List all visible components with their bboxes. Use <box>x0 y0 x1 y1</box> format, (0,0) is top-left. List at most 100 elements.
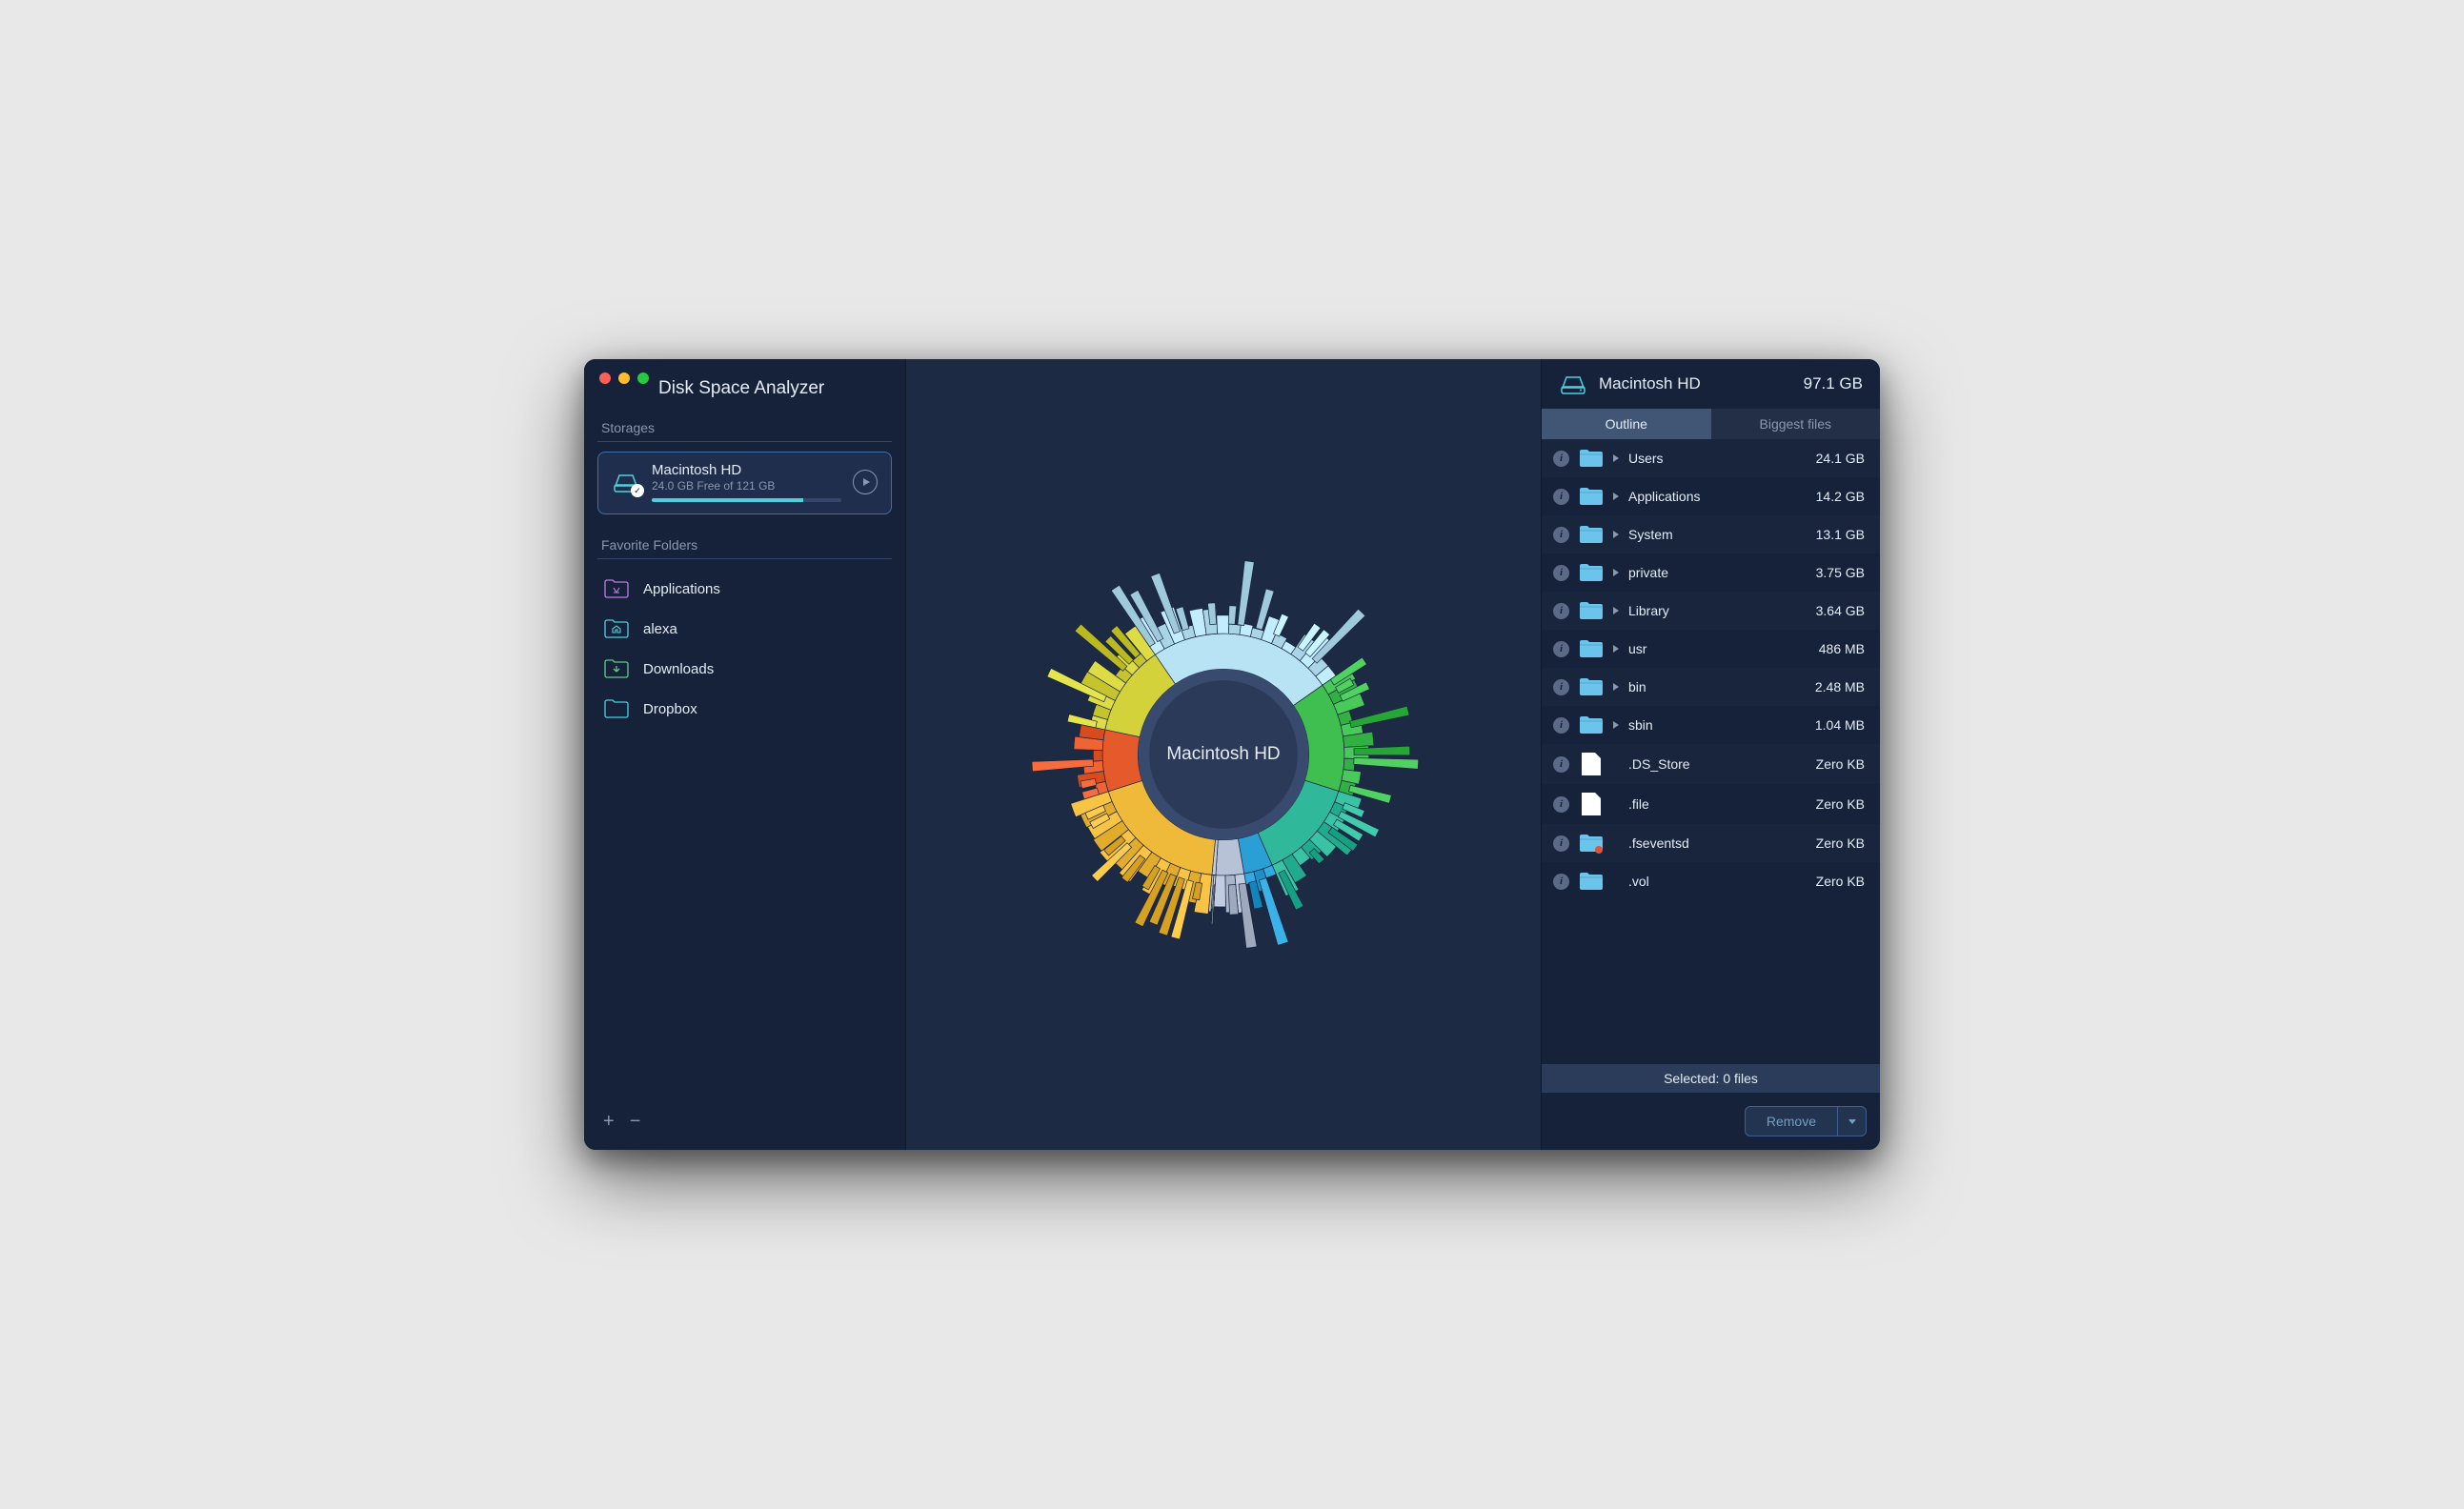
tab-biggest-files[interactable]: Biggest files <box>1711 409 1881 439</box>
row-size: 2.48 MB <box>1815 679 1865 694</box>
zoom-window-button[interactable] <box>637 372 649 384</box>
details-panel: Macintosh HD 97.1 GB Outline Biggest fil… <box>1541 359 1880 1150</box>
outline-row[interactable]: i.fileZero KB <box>1542 784 1880 824</box>
sunburst-panel: Macintosh HD <box>906 359 1541 1150</box>
row-name: bin <box>1628 679 1806 694</box>
folder-icon <box>1579 600 1604 621</box>
outline-row[interactable]: iLibrary3.64 GB <box>1542 592 1880 630</box>
disk-total-size: 97.1 GB <box>1804 374 1863 393</box>
storage-name: Macintosh HD <box>652 462 841 478</box>
row-size: Zero KB <box>1816 874 1865 889</box>
close-window-button[interactable] <box>599 372 611 384</box>
disclosure-triangle-icon[interactable] <box>1613 493 1619 500</box>
folder-icon <box>1579 871 1604 892</box>
app-title: Disk Space Analyzer <box>658 378 892 399</box>
folder-icon <box>1579 486 1604 507</box>
folder-icon <box>1579 524 1604 545</box>
minimize-window-button[interactable] <box>618 372 630 384</box>
outline-row[interactable]: i bin 2.48 MB <box>1542 668 1880 706</box>
sidebar: Disk Space Analyzer Storages ✓ Macintosh… <box>584 359 906 1150</box>
info-icon[interactable]: i <box>1553 565 1569 581</box>
outline-row[interactable]: i Applications 14.2 GB <box>1542 477 1880 515</box>
storage-usage-bar <box>652 498 841 502</box>
remove-button[interactable]: Remove <box>1745 1106 1867 1137</box>
favorite-item-downloads[interactable]: Downloads <box>597 649 892 689</box>
info-icon[interactable]: i <box>1553 835 1569 852</box>
outline-row[interactable]: i sbin 1.04 MB <box>1542 706 1880 744</box>
tab-outline[interactable]: Outline <box>1542 409 1711 439</box>
row-size: 1.04 MB <box>1815 717 1865 733</box>
favorite-label: Downloads <box>643 661 714 677</box>
outline-row[interactable]: i .vol Zero KB <box>1542 862 1880 900</box>
storage-card[interactable]: ✓ Macintosh HD 24.0 GB Free of 121 GB <box>597 452 892 514</box>
disclosure-triangle-icon[interactable] <box>1613 721 1619 729</box>
folder-icon <box>1579 638 1604 659</box>
outline-row[interactable]: i System 13.1 GB <box>1542 515 1880 553</box>
disclosure-triangle-icon[interactable] <box>1613 569 1619 576</box>
folder-icon <box>1579 833 1604 854</box>
info-icon[interactable]: i <box>1553 527 1569 543</box>
remove-favorite-button[interactable]: − <box>630 1111 641 1133</box>
folder-icon <box>1579 562 1604 583</box>
row-size: 14.2 GB <box>1816 489 1865 504</box>
favorite-item-folder[interactable]: Dropbox <box>597 689 892 729</box>
disclosure-triangle-icon[interactable] <box>1613 454 1619 462</box>
info-icon[interactable]: i <box>1553 679 1569 695</box>
row-name: .DS_Store <box>1628 756 1807 772</box>
disk-icon <box>1559 372 1587 395</box>
row-size: 3.75 GB <box>1816 565 1865 580</box>
disk-header: Macintosh HD 97.1 GB <box>1542 359 1880 409</box>
app-window: Disk Space Analyzer Storages ✓ Macintosh… <box>584 359 1880 1150</box>
folder-icon <box>1579 448 1604 469</box>
outline-row[interactable]: iUsers24.1 GB <box>1542 439 1880 477</box>
check-badge-icon: ✓ <box>631 484 644 497</box>
row-size: Zero KB <box>1816 796 1865 812</box>
info-icon[interactable]: i <box>1553 451 1569 467</box>
info-icon[interactable]: i <box>1553 796 1569 813</box>
sunburst-chart[interactable]: Macintosh HD <box>1014 545 1433 964</box>
folder-icon <box>1579 676 1604 697</box>
row-name: .vol <box>1628 874 1807 889</box>
row-name: sbin <box>1628 717 1806 733</box>
row-size: Zero KB <box>1816 756 1865 772</box>
favorites-section-label: Favorite Folders <box>597 537 892 559</box>
info-icon[interactable]: i <box>1553 874 1569 890</box>
remove-dropdown-button[interactable] <box>1837 1107 1866 1136</box>
outline-row[interactable]: i .DS_Store Zero KB <box>1542 744 1880 784</box>
favorite-label: alexa <box>643 621 677 637</box>
info-icon[interactable]: i <box>1553 489 1569 505</box>
row-name: .fseventsd <box>1628 835 1807 851</box>
row-name: System <box>1628 527 1807 542</box>
storages-section-label: Storages <box>597 420 892 442</box>
folder-folder-icon <box>603 698 630 719</box>
file-icon <box>1582 793 1601 815</box>
scan-play-button[interactable] <box>853 470 878 494</box>
downloads-folder-icon <box>603 658 630 679</box>
disclosure-triangle-icon[interactable] <box>1613 607 1619 614</box>
favorite-item-home[interactable]: alexa <box>597 609 892 649</box>
home-folder-icon <box>603 618 630 639</box>
selection-status: Selected: 0 files <box>1542 1064 1880 1093</box>
window-controls <box>599 372 649 384</box>
info-icon[interactable]: i <box>1553 603 1569 619</box>
remove-button-label: Remove <box>1746 1107 1837 1136</box>
disclosure-triangle-icon[interactable] <box>1613 683 1619 691</box>
favorite-item-applications[interactable]: Applications <box>597 569 892 609</box>
outline-row[interactable]: iprivate3.75 GB <box>1542 553 1880 592</box>
disk-icon: ✓ <box>612 471 640 493</box>
disclosure-triangle-icon[interactable] <box>1613 645 1619 653</box>
favorite-label: Dropbox <box>643 701 697 717</box>
row-name: Applications <box>1628 489 1807 504</box>
disclosure-triangle-icon[interactable] <box>1613 531 1619 538</box>
info-icon[interactable]: i <box>1553 756 1569 773</box>
row-size: 13.1 GB <box>1816 527 1865 542</box>
file-icon <box>1582 753 1601 775</box>
outline-row[interactable]: iusr486 MB <box>1542 630 1880 668</box>
info-icon[interactable]: i <box>1553 717 1569 734</box>
outline-list: iUsers24.1 GBiApplications14.2 GBiSystem… <box>1542 439 1880 1064</box>
info-icon[interactable]: i <box>1553 641 1569 657</box>
row-name: Users <box>1628 451 1807 466</box>
row-name: Library <box>1628 603 1807 618</box>
add-favorite-button[interactable]: + <box>603 1111 615 1133</box>
outline-row[interactable]: i.fseventsdZero KB <box>1542 824 1880 862</box>
